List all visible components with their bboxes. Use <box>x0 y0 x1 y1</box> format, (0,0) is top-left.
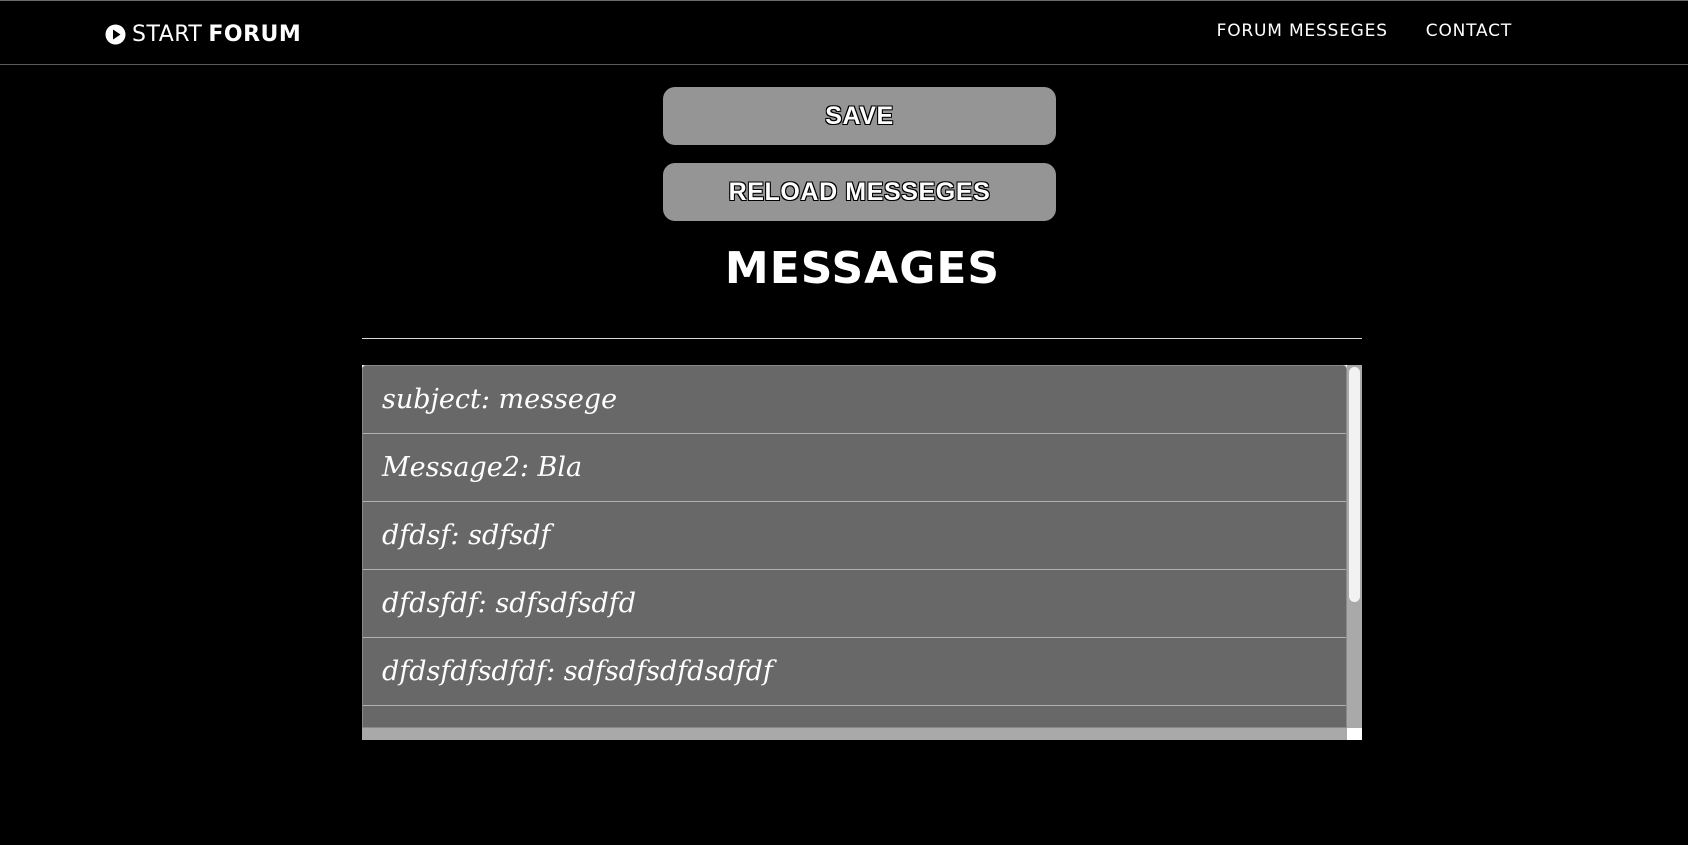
nav-link-contact[interactable]: CONTACT <box>1426 21 1512 41</box>
title-divider <box>362 338 1362 339</box>
list-item[interactable]: dfdsf: sdfsdf <box>363 502 1346 570</box>
play-circle-icon <box>105 24 126 45</box>
horizontal-scrollbar[interactable] <box>362 728 1347 740</box>
brand-text-bold: FORUM <box>208 21 302 47</box>
reload-messeges-button[interactable]: RELOAD MESSEGES <box>663 163 1056 221</box>
nav-links: FORUM MESSEGES CONTACT <box>1217 21 1512 41</box>
page-title: MESSAGES <box>724 243 1001 294</box>
list-item[interactable]: dfdsfdf: sdfsdfsdfd <box>363 570 1346 638</box>
list-item[interactable]: Message2: Bla <box>363 434 1346 502</box>
brand-text-light: START <box>132 21 203 47</box>
list-item[interactable]: subject: messege <box>363 366 1346 434</box>
top-navbar: START FORUM FORUM MESSEGES CONTACT <box>0 0 1688 65</box>
list-item[interactable]: dfdsfdfsdfdf: sdfsdfsdfdsdfdf <box>363 638 1346 706</box>
scrollbar-thumb[interactable] <box>1349 367 1360 602</box>
brand-logo-link[interactable]: START FORUM <box>105 19 301 49</box>
save-button[interactable]: SAVE <box>663 87 1056 145</box>
message-list-viewport: subject: messege Message2: Bla dfdsf: sd… <box>362 365 1347 728</box>
nav-link-forum-messeges[interactable]: FORUM MESSEGES <box>1217 21 1388 41</box>
message-list[interactable]: subject: messege Message2: Bla dfdsf: sd… <box>362 365 1362 740</box>
list-item[interactable] <box>363 706 1346 727</box>
vertical-scrollbar[interactable] <box>1347 365 1362 728</box>
